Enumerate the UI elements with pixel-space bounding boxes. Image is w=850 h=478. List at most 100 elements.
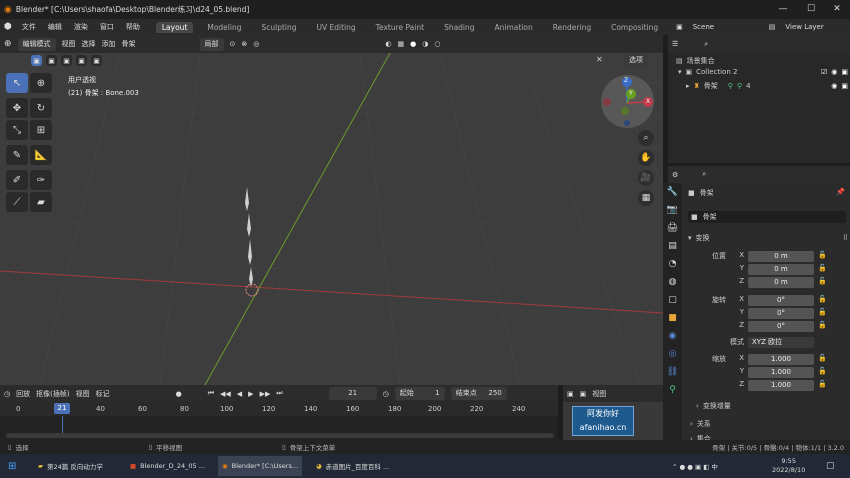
menu-playback[interactable]: 回放 xyxy=(16,389,30,399)
tab-layout[interactable]: Layout xyxy=(155,21,194,33)
prev-key-icon[interactable]: ◀◀ xyxy=(220,390,231,398)
scene-name[interactable]: Scene xyxy=(691,23,761,31)
world-tab-icon[interactable]: ◍ xyxy=(663,273,682,291)
shading-solid-icon[interactable]: ● xyxy=(410,40,416,48)
timeline-area[interactable]: 0 40 60 80 100 120 140 160 180 200 220 2… xyxy=(0,402,558,440)
tab-sculpting[interactable]: Sculpting xyxy=(255,22,302,33)
record-icon[interactable]: ● xyxy=(176,390,182,398)
properties-search-icon[interactable]: ⌕ xyxy=(702,170,706,179)
select-new-icon[interactable]: ▣ xyxy=(31,55,42,66)
outliner-editor-icon[interactable]: ☰ xyxy=(672,40,678,48)
menu-help[interactable]: 帮助 xyxy=(124,22,142,32)
constraint-tab-icon[interactable]: ⛓ xyxy=(663,363,682,381)
view-layer-icon[interactable]: ▤ xyxy=(769,23,776,31)
camera-icon[interactable]: ▣ xyxy=(841,82,848,90)
bone-envelope-tool-icon[interactable]: ✑ xyxy=(30,170,52,190)
properties-editor-icon[interactable]: ⚙ xyxy=(672,171,678,179)
menu-timeline-view[interactable]: 视图 xyxy=(76,389,90,399)
annotate-tool-icon[interactable]: ✎ xyxy=(6,145,28,165)
mode-dropdown[interactable]: 编辑模式 xyxy=(17,37,56,51)
menu-render[interactable]: 渲染 xyxy=(72,22,90,32)
options-dropdown[interactable]: 选项 xyxy=(624,54,648,67)
menu-select[interactable]: 选择 xyxy=(82,39,96,49)
object-name[interactable]: 骨架 xyxy=(700,188,714,198)
lock-icon[interactable]: 🔓 xyxy=(818,380,827,388)
scene-icon[interactable]: ▣ xyxy=(676,23,683,31)
roll-tool-icon[interactable]: ⟋ xyxy=(6,192,28,212)
pan-hand-icon[interactable]: ✋ xyxy=(638,150,654,166)
measure-tool-icon[interactable]: 📐 xyxy=(30,145,52,165)
extrude-tool-icon[interactable]: ▰ xyxy=(30,192,52,212)
expand-icon[interactable]: ▸ xyxy=(686,82,690,90)
rotation-y-field[interactable]: 0° xyxy=(748,308,814,319)
shading-material-icon[interactable]: ◑ xyxy=(422,40,428,48)
jump-start-icon[interactable]: ⏮ xyxy=(208,389,214,398)
modifier-tab-icon[interactable]: ◉ xyxy=(663,327,682,345)
outliner-row-root[interactable]: ▤ 场景集合 xyxy=(676,56,715,66)
render-tab-icon[interactable]: 📷 xyxy=(663,201,682,219)
lock-icon[interactable]: 🔓 xyxy=(818,295,827,303)
menu-view[interactable]: 视图 xyxy=(62,39,76,49)
play-icon[interactable]: ▶ xyxy=(248,390,253,398)
blender-menu-icon[interactable]: ⬢ xyxy=(4,22,12,32)
physics-tab-icon[interactable]: ◎ xyxy=(663,345,682,363)
lock-icon[interactable]: 🔓 xyxy=(818,264,827,272)
pivot-icon[interactable]: ⊙ xyxy=(230,40,236,48)
bone-size-tool-icon[interactable]: ✐ xyxy=(6,170,28,190)
maximize-button[interactable]: ☐ xyxy=(800,0,822,19)
proportional-edit-icon[interactable]: ◎ xyxy=(253,40,259,48)
transform-panel-header[interactable]: ▾ 变换 ⠿ xyxy=(688,233,848,243)
outliner-search-icon[interactable]: ⌕ xyxy=(704,40,708,49)
delta-transform-header[interactable]: › 变换增量 xyxy=(696,401,731,411)
scale-x-field[interactable]: 1.000 xyxy=(748,354,814,365)
menu-keying[interactable]: 抠像(插帧) xyxy=(36,389,69,399)
camera-icon[interactable]: ▣ xyxy=(841,68,848,76)
collection-tab-icon[interactable]: ▢ xyxy=(663,291,682,309)
taskbar-item-3[interactable]: ◕ 赤道图片_百度百科 ... xyxy=(312,456,393,476)
zoom-icon[interactable]: ⌕ xyxy=(638,130,654,146)
armature-data-tab-icon[interactable]: ⚲ xyxy=(663,381,682,399)
outliner-row-armature[interactable]: ▸ ♜ 骨架 ⚲ ⚲ 4 ◉ ▣ xyxy=(686,81,848,91)
navigation-gizmo[interactable]: Z Y X xyxy=(601,75,654,128)
select-subtract-icon[interactable]: ▣ xyxy=(61,55,72,66)
drag-handle-icon[interactable]: ⠿ xyxy=(843,234,848,242)
menu-add[interactable]: 添加 xyxy=(102,39,116,49)
location-x-field[interactable]: 0 m xyxy=(748,251,814,262)
shading-rendered-icon[interactable]: ○ xyxy=(434,40,440,48)
taskbar-item-2[interactable]: ◉ Blender* [C:\Users... xyxy=(218,456,303,476)
play-reverse-icon[interactable]: ◀ xyxy=(237,390,242,398)
lock-icon[interactable]: 🔓 xyxy=(818,308,827,316)
cursor-tool-icon[interactable]: ⊕ xyxy=(30,73,52,93)
close-button[interactable]: ✕ xyxy=(826,0,848,19)
editor-type-icon[interactable]: ▣ xyxy=(567,390,574,398)
tab-rendering[interactable]: Rendering xyxy=(547,22,597,33)
tab-compositing[interactable]: Compositing xyxy=(605,22,664,33)
menu-armature[interactable]: 骨架 xyxy=(122,39,136,49)
select-extend-icon[interactable]: ▣ xyxy=(46,55,57,66)
tab-animation[interactable]: Animation xyxy=(489,22,539,33)
rotation-mode-dropdown[interactable]: XYZ 欧拉 xyxy=(748,337,814,348)
clock[interactable]: 9:55 2022/8/10 xyxy=(772,457,805,475)
taskbar-item-1[interactable]: ■ Blender_D_24_05 ... xyxy=(126,456,209,476)
minimize-button[interactable]: — xyxy=(772,0,794,19)
location-z-field[interactable]: 0 m xyxy=(748,277,814,288)
camera-view-icon[interactable]: 🎥 xyxy=(638,170,654,186)
editor-type-icon[interactable]: ⊕ xyxy=(4,39,12,49)
rotation-z-field[interactable]: 0° xyxy=(748,321,814,332)
tool-tab-icon[interactable]: 🔧 xyxy=(663,183,682,201)
menu-file[interactable]: 文件 xyxy=(20,22,38,32)
menu-window[interactable]: 窗口 xyxy=(98,22,116,32)
lock-icon[interactable]: 🔓 xyxy=(818,354,827,362)
timeline-editor-icon[interactable]: ◷ xyxy=(4,390,10,398)
select-invert-icon[interactable]: ▣ xyxy=(76,55,87,66)
timeline-scrollbar[interactable] xyxy=(6,433,554,438)
location-y-field[interactable]: 0 m xyxy=(748,264,814,275)
lock-icon[interactable]: 🔓 xyxy=(818,277,827,285)
rotate-tool-icon[interactable]: ↻ xyxy=(30,98,52,118)
menu-marker[interactable]: 标记 xyxy=(96,389,110,399)
taskbar-item-0[interactable]: ▰ 第24篇 反向动力学 xyxy=(34,456,107,476)
outliner-row-collection[interactable]: ▾ ▣ Collection 2 ☑ ◉ ▣ xyxy=(678,68,848,76)
object-tab-icon[interactable]: ■ xyxy=(663,309,682,327)
scale-y-field[interactable]: 1.000 xyxy=(748,367,814,378)
scale-z-field[interactable]: 1.000 xyxy=(748,380,814,391)
